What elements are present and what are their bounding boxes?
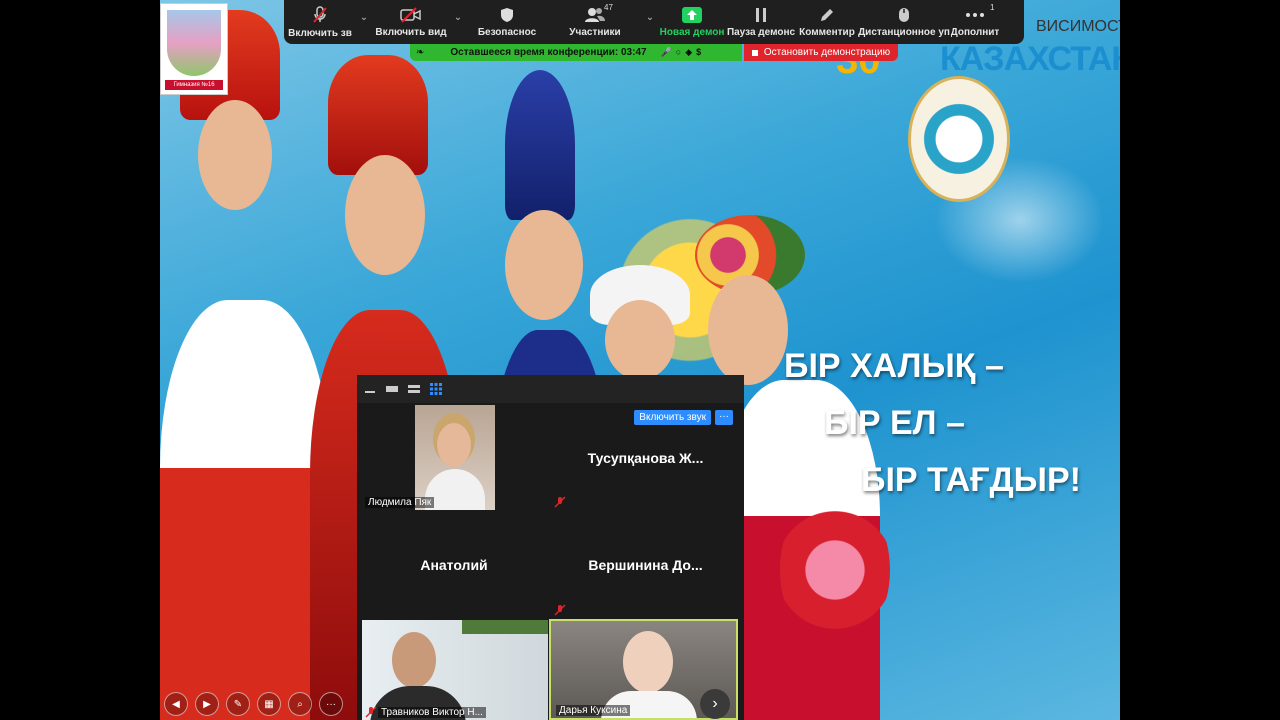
headline-line-2: БІР ЕЛ – — [824, 404, 965, 442]
more-badge: 1 — [990, 3, 995, 12]
participants-options-caret[interactable]: ⌄ — [642, 0, 658, 23]
new-share-label: Новая демон — [659, 27, 725, 38]
participant-name: Людмила Пяк — [365, 497, 435, 508]
slide-headline: БІР ХАЛЫҚ – БІР ЕЛ – БІР ТАҒДЫР! — [784, 338, 1084, 509]
security-label: Безопаснос — [477, 27, 537, 38]
video-options-caret[interactable]: ⌄ — [450, 0, 466, 23]
remote-control-button[interactable]: Дистанционное уп — [858, 0, 950, 38]
participants-count: 47 — [604, 3, 613, 12]
timer-text: Оставшееся время конференции: 03:47 — [450, 47, 647, 58]
participant-tile[interactable]: Травников Виктор Н... — [362, 620, 548, 720]
kz-subtitle: ВИСИМОСТИ — [1036, 18, 1120, 35]
video-button[interactable]: Включить вид — [372, 0, 450, 38]
mic-muted-icon — [312, 6, 328, 24]
stop-square-icon — [751, 49, 758, 56]
security-button[interactable]: Безопаснос — [466, 0, 548, 38]
slide-prev-button[interactable]: ◀ — [164, 692, 188, 716]
participant-tile[interactable]: Анатолий — [360, 512, 548, 618]
kz-title: КАЗАХСТАН — [940, 40, 1120, 78]
timer-leaf-icon: ❧ — [416, 47, 425, 58]
mute-label: Включить зв — [288, 28, 352, 38]
more-icon — [966, 6, 984, 23]
slides-grid-button[interactable]: ▦ — [257, 692, 281, 716]
timer-status-icons: 🎤○◆$ — [660, 47, 706, 57]
slide-next-button[interactable]: ▶ — [195, 692, 219, 716]
pause-icon — [755, 6, 767, 23]
headline-line-1: БІР ХАЛЫҚ – — [784, 347, 1004, 385]
share-up-icon — [682, 6, 702, 23]
logo-caption: Гимназия №16 — [165, 80, 223, 90]
mute-options-caret[interactable]: ⌄ — [356, 0, 372, 23]
annotate-label: Комментир — [799, 27, 855, 38]
mic-muted-icon — [554, 495, 566, 508]
more-button[interactable]: 1 Дополнит — [950, 0, 1000, 38]
participants-label: Участники — [569, 27, 621, 38]
gallery-view-icon[interactable] — [429, 382, 443, 396]
new-share-button[interactable]: Новая демон — [658, 0, 726, 38]
participant-tile[interactable]: Вершинина До... — [550, 512, 741, 618]
meeting-toolbar: Включить зв ⌄ Включить вид ⌄ Безопаснос … — [284, 0, 1024, 44]
pause-share-button[interactable]: Пауза демонс — [726, 0, 796, 38]
annotate-button[interactable]: Комментир — [796, 0, 858, 38]
speaker-view-icon[interactable] — [385, 382, 399, 396]
slide-more-button[interactable]: ··· — [319, 692, 343, 716]
logo-shield — [167, 10, 221, 76]
participant-video — [415, 405, 495, 510]
headline-line-3: БІР ТАҒДЫР! — [861, 461, 1081, 499]
participant-name: Вершинина До... — [588, 557, 703, 573]
mute-button[interactable]: Включить зв — [284, 0, 356, 38]
meeting-timer-bar: ❧ Оставшееся время конференции: 03:47 🎤○… — [410, 44, 742, 61]
more-label: Дополнит — [950, 27, 1000, 38]
strip-view-icon[interactable] — [407, 382, 421, 396]
video-label: Включить вид — [375, 27, 447, 38]
participant-tile[interactable]: Людмила Пяк — [360, 405, 548, 510]
participants-video-panel: Людмила Пяк Тусупқанова Ж... Включить зв… — [357, 375, 744, 720]
next-page-arrow-icon[interactable]: › — [700, 689, 730, 719]
panel-view-controls — [357, 375, 744, 403]
participants-icon — [584, 6, 606, 23]
unmute-participant-button[interactable]: Включить звук — [634, 410, 711, 425]
mic-muted-icon — [554, 603, 566, 616]
participant-video — [362, 620, 548, 720]
participant-name: Тусупқанова Ж... — [587, 449, 704, 466]
mouse-icon — [898, 6, 910, 23]
anniversary-emblem — [908, 76, 1010, 202]
pen-tool-button[interactable]: ✎ — [226, 692, 250, 716]
participants-button[interactable]: 47 Участники — [548, 0, 642, 38]
minimize-view-icon[interactable] — [363, 382, 377, 396]
school-logo: Гимназия №16 — [160, 3, 228, 95]
participant-name: Анатолий — [420, 557, 488, 573]
stop-share-button[interactable]: Остановить демонстрацию — [744, 44, 898, 61]
remote-control-label: Дистанционное уп — [858, 27, 950, 38]
zoom-slide-button[interactable]: ⌕ — [288, 692, 312, 716]
video-off-icon — [400, 6, 422, 23]
participant-name: Дарья Куксина — [556, 705, 631, 716]
mic-muted-icon — [365, 705, 377, 718]
shield-icon — [500, 6, 514, 23]
pause-share-label: Пауза демонс — [726, 27, 796, 38]
participant-name: Травников Виктор Н... — [378, 707, 486, 718]
participant-tile[interactable]: Тусупқанова Ж... Включить звук ··· — [550, 405, 741, 510]
stop-share-label: Остановить демонстрацию — [763, 47, 891, 58]
pencil-icon — [819, 6, 835, 23]
participant-more-button[interactable]: ··· — [715, 410, 733, 425]
